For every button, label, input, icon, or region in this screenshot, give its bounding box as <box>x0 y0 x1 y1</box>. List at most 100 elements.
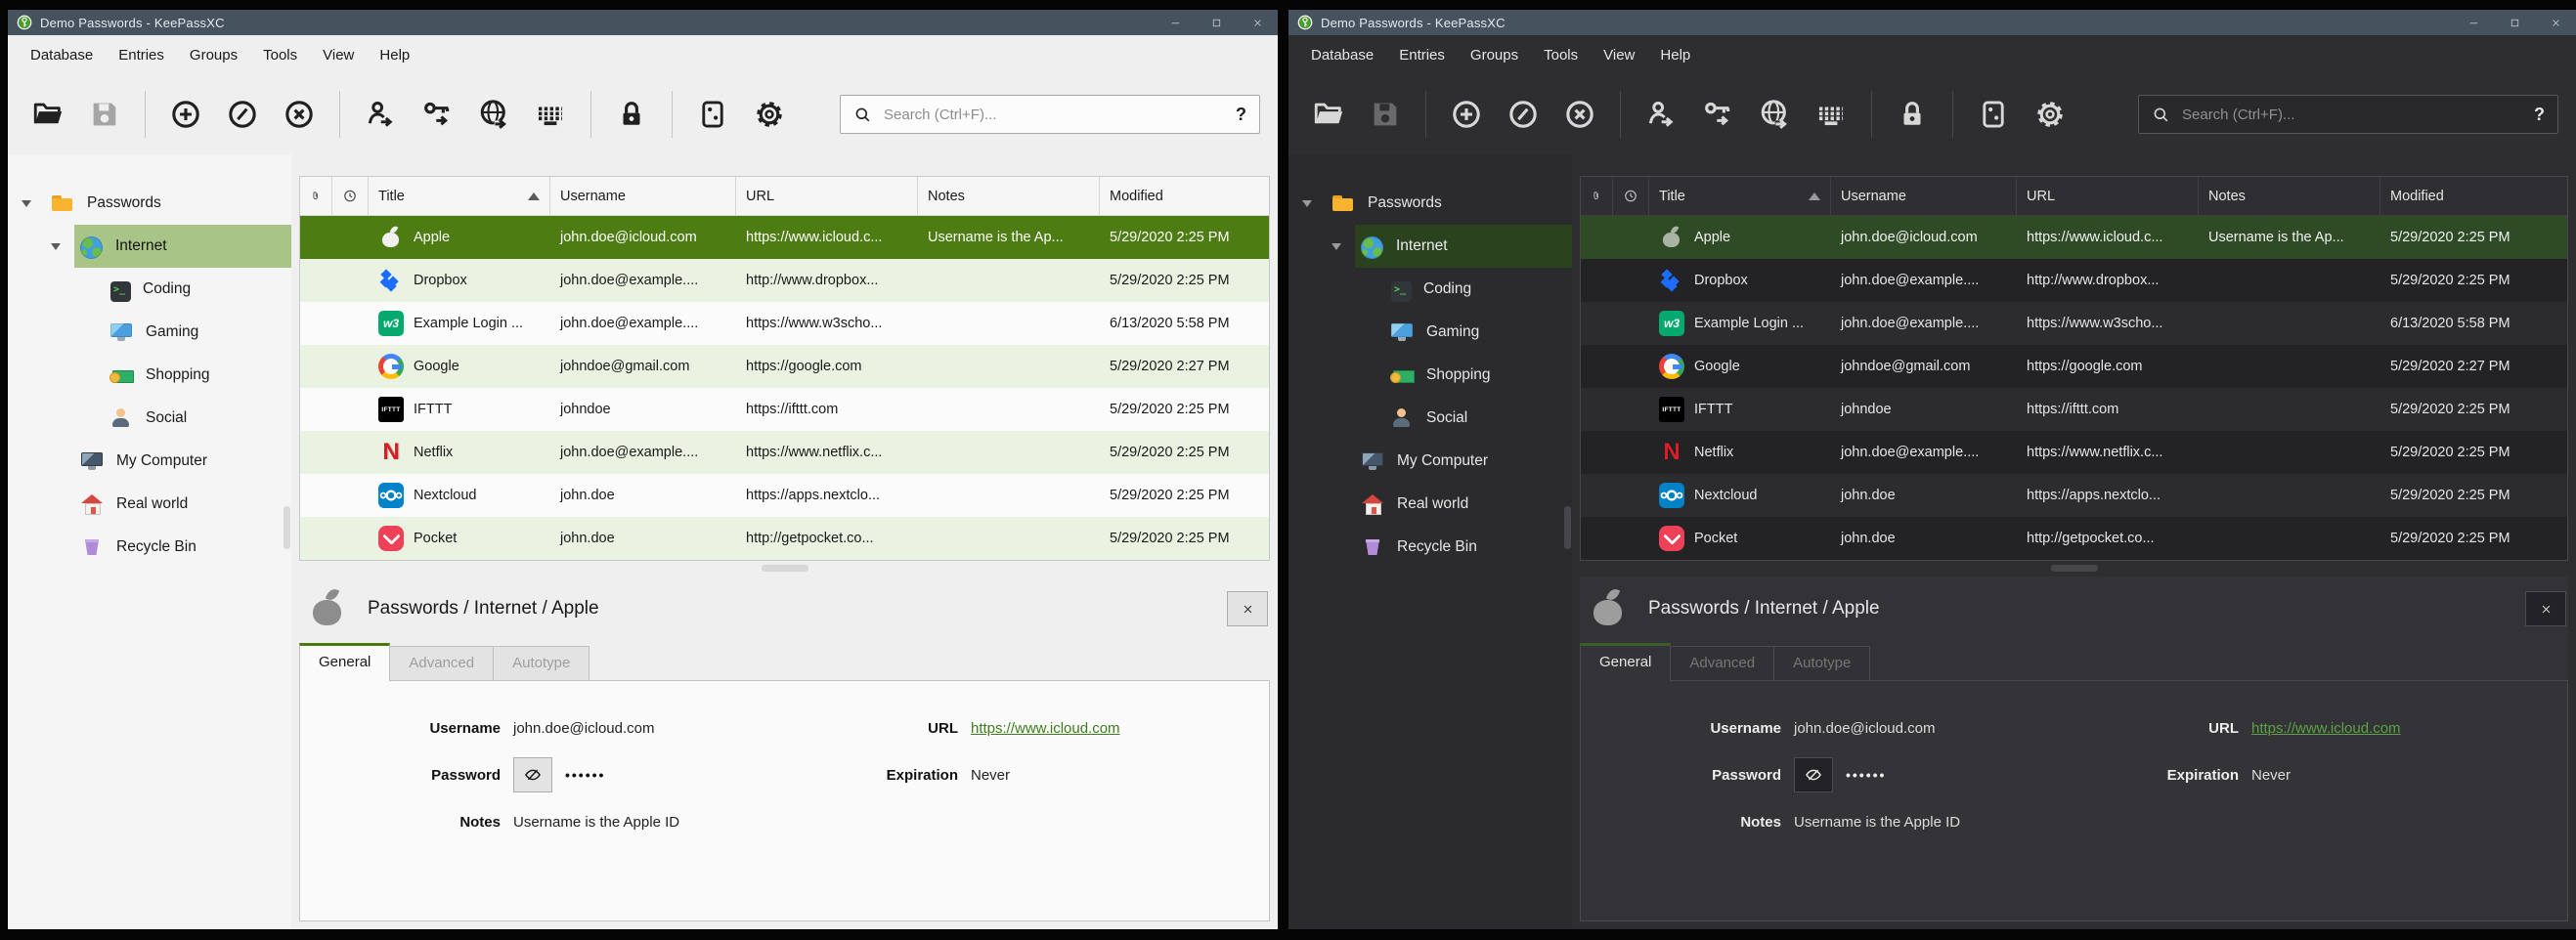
menu-groups[interactable]: Groups <box>1458 40 1531 70</box>
tree-item-passwords[interactable]: Passwords <box>1288 182 1572 225</box>
url-link[interactable]: https://www.icloud.com <box>2251 720 2401 737</box>
tab-advanced[interactable]: Advanced <box>390 646 494 681</box>
tree-item-shopping[interactable]: Shopping <box>8 354 291 397</box>
url-column-header[interactable]: URL <box>2017 177 2199 215</box>
menu-help[interactable]: Help <box>1647 40 1703 70</box>
close-button[interactable] <box>2535 10 2576 35</box>
maximize-button[interactable] <box>1196 10 1237 35</box>
search-box[interactable]: ? <box>2138 95 2558 134</box>
copy-url-button[interactable] <box>471 92 516 137</box>
tree-item-real-world[interactable]: Real world <box>1288 483 1572 526</box>
close-button[interactable] <box>1237 10 1278 35</box>
tree-item-coding[interactable]: Coding <box>1288 268 1572 311</box>
perform-autotype-button[interactable] <box>528 92 573 137</box>
tree-item-gaming[interactable]: Gaming <box>8 311 291 354</box>
tree-item-real-world[interactable]: Real world <box>8 483 291 526</box>
entry-row-netflix[interactable]: Netflix john.doe@example.... https://www… <box>1581 431 2567 474</box>
tab-autotype[interactable]: Autotype <box>494 646 589 681</box>
title-column-header[interactable]: Title <box>369 177 550 215</box>
tab-general[interactable]: General <box>299 643 390 682</box>
lock-database-button[interactable] <box>609 92 654 137</box>
settings-button[interactable] <box>2028 92 2073 137</box>
menu-entries[interactable]: Entries <box>106 40 177 70</box>
new-entry-button[interactable] <box>163 92 208 137</box>
notes-column-header[interactable]: Notes <box>2199 177 2380 215</box>
tree-item-recycle-bin[interactable]: Recycle Bin <box>8 526 291 569</box>
edit-entry-button[interactable] <box>220 92 265 137</box>
entry-row-pocket[interactable]: Pocket john.doe http://getpocket.co... 5… <box>1581 517 2567 560</box>
tab-general[interactable]: General <box>1580 643 1671 682</box>
close-preview-button[interactable] <box>1227 591 1268 626</box>
search-help-button[interactable]: ? <box>1236 105 1246 125</box>
tree-item-gaming[interactable]: Gaming <box>1288 311 1572 354</box>
title-bar[interactable]: Demo Passwords - KeePassXC <box>8 10 1278 35</box>
settings-button[interactable] <box>747 92 792 137</box>
vertical-splitter[interactable] <box>291 154 299 929</box>
menu-tools[interactable]: Tools <box>250 40 310 70</box>
notes-column-header[interactable]: Notes <box>918 177 1100 215</box>
tree-item-shopping[interactable]: Shopping <box>1288 354 1572 397</box>
tree-item-social[interactable]: Social <box>1288 397 1572 440</box>
collapse-arrow-icon[interactable] <box>22 200 31 207</box>
new-entry-button[interactable] <box>1444 92 1489 137</box>
menu-view[interactable]: View <box>310 40 367 70</box>
title-column-header[interactable]: Title <box>1649 177 1831 215</box>
edit-entry-button[interactable] <box>1501 92 1546 137</box>
tree-item-my-computer[interactable]: My Computer <box>8 440 291 483</box>
save-database-button[interactable] <box>82 92 127 137</box>
username-column-header[interactable]: Username <box>550 177 736 215</box>
menu-tools[interactable]: Tools <box>1531 40 1591 70</box>
tree-item-passwords[interactable]: Passwords <box>8 182 291 225</box>
copy-username-button[interactable] <box>1638 92 1683 137</box>
delete-entry-button[interactable] <box>1557 92 1602 137</box>
maximize-button[interactable] <box>2494 10 2535 35</box>
copy-url-button[interactable] <box>1752 92 1797 137</box>
entry-row-apple[interactable]: Apple john.doe@icloud.com https://www.ic… <box>1581 216 2567 259</box>
toggle-password-visibility-button[interactable] <box>513 757 552 792</box>
url-link[interactable]: https://www.icloud.com <box>971 720 1120 737</box>
search-help-button[interactable]: ? <box>2534 105 2545 125</box>
tree-item-recycle-bin[interactable]: Recycle Bin <box>1288 526 1572 569</box>
url-column-header[interactable]: URL <box>736 177 918 215</box>
entry-row-ifttt[interactable]: IFTTT johndoe https://ifttt.com 5/29/202… <box>1581 388 2567 431</box>
collapse-arrow-icon[interactable] <box>1332 243 1341 250</box>
delete-entry-button[interactable] <box>277 92 322 137</box>
menu-help[interactable]: Help <box>367 40 422 70</box>
entry-row-nextcloud[interactable]: Nextcloud john.doe https://apps.nextclo.… <box>1581 474 2567 517</box>
tree-item-my-computer[interactable]: My Computer <box>1288 440 1572 483</box>
tree-item-social[interactable]: Social <box>8 397 291 440</box>
search-box[interactable]: ? <box>840 95 1260 134</box>
horizontal-splitter[interactable] <box>299 561 1270 577</box>
menu-groups[interactable]: Groups <box>177 40 250 70</box>
entry-row-example-login[interactable]: Example Login ... john.doe@example.... h… <box>1581 302 2567 345</box>
expiration-column-header[interactable] <box>332 177 369 215</box>
menu-database[interactable]: Database <box>18 40 106 70</box>
password-generator-button[interactable] <box>1971 92 2016 137</box>
entry-row-dropbox[interactable]: Dropbox john.doe@example.... http://www.… <box>1581 259 2567 302</box>
entry-row-google[interactable]: Google johndoe@gmail.com https://google.… <box>300 345 1269 388</box>
entry-row-nextcloud[interactable]: Nextcloud john.doe https://apps.nextclo.… <box>300 474 1269 517</box>
close-preview-button[interactable] <box>2525 591 2566 626</box>
copy-password-button[interactable] <box>1695 92 1740 137</box>
title-bar[interactable]: Demo Passwords - KeePassXC <box>1288 10 2576 35</box>
attachment-column-header[interactable] <box>1581 177 1613 215</box>
minimize-button[interactable] <box>1155 10 1196 35</box>
menu-entries[interactable]: Entries <box>1386 40 1458 70</box>
tree-scrollbar-thumb[interactable] <box>284 506 290 549</box>
vertical-splitter[interactable] <box>1572 154 1580 929</box>
toggle-password-visibility-button[interactable] <box>1794 757 1833 792</box>
perform-autotype-button[interactable] <box>1809 92 1854 137</box>
collapse-arrow-icon[interactable] <box>51 243 61 250</box>
horizontal-splitter[interactable] <box>1580 561 2568 577</box>
entry-row-apple[interactable]: Apple john.doe@icloud.com https://www.ic… <box>300 216 1269 259</box>
menu-database[interactable]: Database <box>1298 40 1386 70</box>
tab-autotype[interactable]: Autotype <box>1774 646 1870 681</box>
lock-database-button[interactable] <box>1890 92 1935 137</box>
copy-username-button[interactable] <box>358 92 403 137</box>
entry-row-dropbox[interactable]: Dropbox john.doe@example.... http://www.… <box>300 259 1269 302</box>
username-column-header[interactable]: Username <box>1831 177 2017 215</box>
modified-column-header[interactable]: Modified <box>2380 177 2567 215</box>
minimize-button[interactable] <box>2453 10 2494 35</box>
search-input[interactable] <box>2182 107 2522 123</box>
entry-row-pocket[interactable]: Pocket john.doe http://getpocket.co... 5… <box>300 517 1269 560</box>
